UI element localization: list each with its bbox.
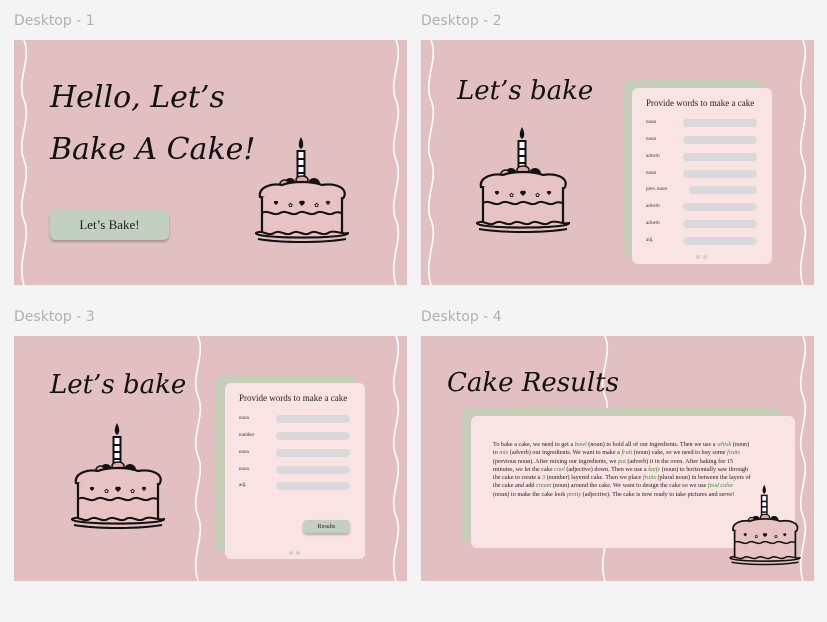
pagination-dot[interactable] — [703, 255, 707, 259]
story-filled-word: knife — [648, 465, 661, 473]
story-text: To bake a cake, we need to get a bowl (n… — [493, 441, 751, 499]
story-segment: To bake a cake, we need to get a — [493, 441, 575, 448]
frame-label-desktop-1[interactable]: Desktop - 1 — [14, 13, 95, 29]
squiggle-decoration — [795, 40, 811, 285]
story-filled-word: put — [617, 457, 626, 465]
field-label-noun: noun — [239, 416, 249, 421]
field-input-noun[interactable] — [683, 170, 757, 178]
story-segment: (noun) cake, so we need to buy some — [632, 449, 727, 457]
field-input-noun[interactable] — [683, 136, 757, 144]
story-segment: (adjective) down. Then we use a — [564, 465, 649, 473]
frame-label-desktop-2[interactable]: Desktop - 2 — [421, 13, 502, 29]
title-line-1: Hello, Let’s — [50, 80, 225, 115]
frame-label-desktop-3[interactable]: Desktop - 3 — [14, 309, 95, 325]
field-input-noun[interactable] — [276, 415, 350, 423]
cake-illustration — [473, 125, 573, 235]
pagination-dot[interactable] — [696, 255, 700, 259]
field-label-adj: adj. — [239, 483, 247, 488]
story-filled-word: fruit — [621, 449, 633, 457]
story-segment: (adverb) our ingredients. We want to mak… — [508, 449, 622, 457]
story-filled-word: fruits — [642, 474, 656, 482]
form-title: Provide words to make a cake — [239, 393, 348, 403]
story-segment: (number) layered cake. Then we place — [545, 474, 643, 482]
field-label-adverb: adverb — [646, 221, 660, 226]
page-title: Let’s bake — [457, 76, 594, 106]
story-filled-word: cool — [554, 465, 565, 473]
story-filled-word: bowl — [574, 441, 587, 448]
field-input-adj[interactable] — [276, 482, 350, 490]
artboard-desktop-1: Hello, Let’s Bake A Cake! Let’s Bake! — [14, 40, 407, 285]
frame-label-desktop-4[interactable]: Desktop - 4 — [421, 309, 502, 325]
field-label-noun: noun — [646, 137, 656, 142]
squiggle-decoration — [16, 40, 32, 285]
pagination-dots — [696, 255, 707, 259]
squiggle-decoration — [388, 336, 404, 581]
form-title: Provide words to make a cake — [646, 98, 755, 108]
story-segment: (noun) to make the cake look — [493, 490, 567, 498]
story-filled-word: pretty — [566, 490, 582, 498]
pagination-dots — [289, 551, 300, 555]
squiggle-decoration — [190, 336, 206, 581]
field-label-adverb: adverb — [646, 154, 660, 159]
cake-illustration — [727, 483, 803, 567]
field-input-adj[interactable] — [683, 237, 757, 245]
story-filled-word: whisk — [717, 441, 732, 448]
squiggle-decoration — [423, 40, 439, 285]
field-label-noun: noun — [239, 450, 249, 455]
story-segment: (adjective). The cake is now ready to ta… — [581, 490, 735, 498]
story-filled-word: mix — [499, 449, 509, 457]
results-button[interactable]: Results — [303, 520, 350, 533]
squiggle-decoration — [388, 40, 404, 285]
story-filled-word: fruits — [726, 449, 741, 457]
story-segment: (noun) to hold all of our ingredients. T… — [586, 441, 718, 448]
field-input-prev-noun[interactable] — [689, 186, 757, 194]
field-input-noun[interactable] — [683, 119, 757, 127]
story-segment: (noun) around the cake. We want to desig… — [551, 482, 708, 490]
field-label-prev-noun: prev. noun — [646, 187, 668, 192]
story-segment: (previous noun). After mixing our ingred… — [493, 457, 618, 465]
field-label-noun: noun — [646, 120, 656, 125]
field-label-adj: adj. — [646, 238, 654, 243]
artboard-desktop-2: Let’s bake Provide words to make a cake … — [421, 40, 814, 285]
field-label-adverb: adverb — [646, 204, 660, 209]
lets-bake-button[interactable]: Let’s Bake! — [50, 210, 169, 240]
pagination-dot[interactable] — [289, 551, 293, 555]
field-input-number[interactable] — [276, 432, 350, 440]
cake-illustration — [252, 135, 352, 245]
word-form-card: Provide words to make a cake noun number… — [225, 383, 365, 559]
pagination-dot[interactable] — [296, 551, 300, 555]
field-input-adverb[interactable] — [683, 203, 757, 211]
field-label-noun: noun — [646, 171, 656, 176]
title-line-2: Bake A Cake! — [50, 132, 256, 167]
field-label-number: number — [239, 433, 255, 438]
page-title: Let’s bake — [50, 370, 187, 400]
word-form-card: Provide words to make a cake noun noun a… — [632, 88, 772, 264]
artboard-desktop-3: Let’s bake Provide words to make a cake … — [14, 336, 407, 581]
artboard-desktop-4: Cake Results To bake a cake, we need to … — [421, 336, 814, 581]
field-label-noun: noun — [239, 467, 249, 472]
field-input-adverb[interactable] — [683, 220, 757, 228]
story-filled-word: cream — [535, 482, 552, 490]
field-input-noun[interactable] — [276, 466, 350, 474]
field-input-noun[interactable] — [276, 449, 350, 457]
page-title: Cake Results — [447, 368, 619, 398]
cake-illustration — [68, 421, 168, 531]
field-input-adverb[interactable] — [683, 153, 757, 161]
